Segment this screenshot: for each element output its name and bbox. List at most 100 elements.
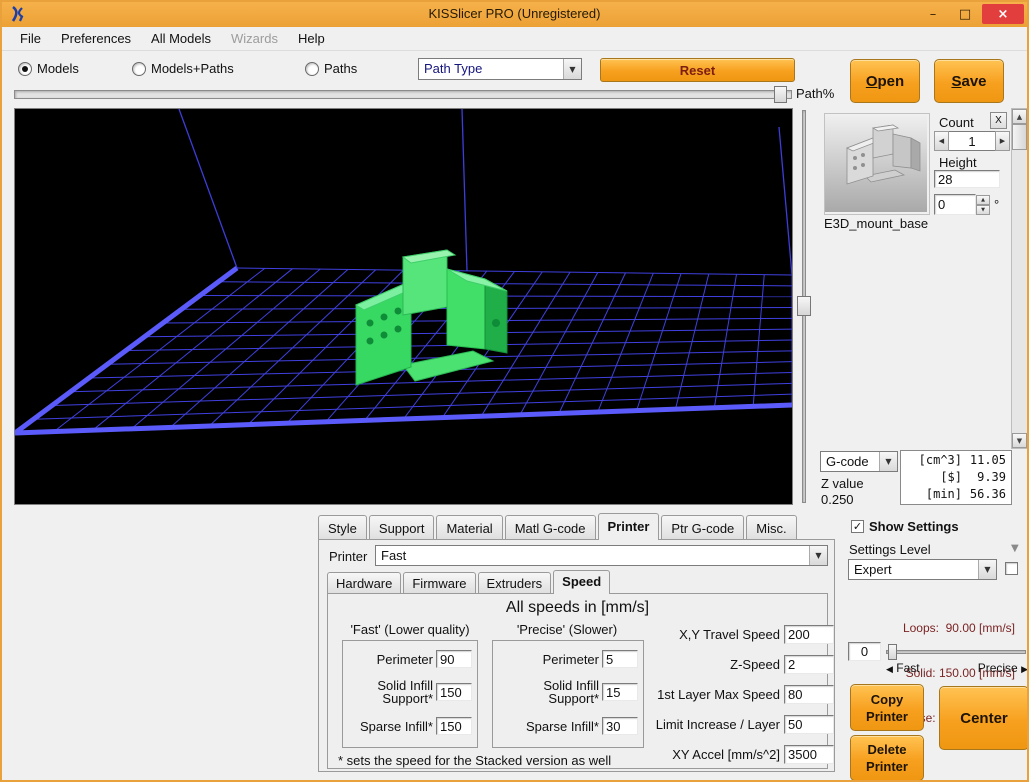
open-button[interactable]: Open <box>850 59 920 103</box>
tradeoff-value-field[interactable]: 0 <box>848 642 881 661</box>
rotation-up-icon[interactable]: ▲ <box>976 195 990 205</box>
model-close-button[interactable]: X <box>990 112 1007 129</box>
copy-printer-line1: Copy <box>871 691 904 708</box>
menu-all-models[interactable]: All Models <box>141 28 221 49</box>
subtab-extruders[interactable]: Extruders <box>478 572 552 594</box>
rotation-down-icon[interactable]: ▼ <box>976 205 990 215</box>
maximize-button[interactable]: □ <box>950 4 980 24</box>
model-name-label[interactable]: E3D_mount_base <box>824 216 928 231</box>
tab-support[interactable]: Support <box>369 515 435 540</box>
close-button[interactable]: × <box>982 4 1024 24</box>
height-field[interactable]: 28 <box>934 170 1000 188</box>
gcode-value: G-code <box>821 452 879 471</box>
tradeoff-precise-label: Precise <box>978 661 1018 675</box>
volume-value: 11.05 <box>968 452 1006 469</box>
gcode-dropdown[interactable]: G-code ▼ <box>820 451 898 472</box>
speed-panel: All speeds in [mm/s] 'Fast' (Lower quali… <box>327 593 828 769</box>
first-layer-speed-label: 1st Layer Max Speed <box>657 687 780 702</box>
center-button[interactable]: Center <box>939 686 1029 750</box>
tradeoff-slider-track[interactable] <box>886 650 1026 654</box>
fast-solid-infill-field[interactable]: 150 <box>436 683 472 701</box>
menu-preferences[interactable]: Preferences <box>51 28 141 49</box>
tab-misc[interactable]: Misc. <box>746 515 796 540</box>
time-value: 56.36 <box>968 486 1006 503</box>
cost-unit: [$] <box>940 469 962 486</box>
delete-printer-line1: Delete <box>867 741 906 758</box>
estimate-cost: [$] 9.39 <box>901 469 1011 486</box>
zoom-slider-thumb[interactable] <box>797 296 811 316</box>
menu-wizards: Wizards <box>221 28 288 49</box>
subtab-firmware[interactable]: Firmware <box>403 572 475 594</box>
settings-level-label: Settings Level <box>849 542 931 557</box>
models-scrollbar-thumb[interactable] <box>1012 124 1027 150</box>
count-decrement-icon[interactable]: ◀ <box>934 131 949 151</box>
dropdown-arrow-icon[interactable]: ▼ <box>978 560 996 579</box>
scroll-down-icon[interactable]: ▼ <box>1012 433 1027 448</box>
tradeoff-slider-thumb[interactable] <box>888 644 897 660</box>
radio-paths[interactable]: Paths <box>305 61 357 76</box>
dropdown-arrow-icon[interactable]: ▼ <box>563 59 581 79</box>
fast-sparse-infill-field[interactable]: 150 <box>436 717 472 735</box>
xy-accel-field[interactable]: 3500 <box>784 745 834 764</box>
subtab-speed[interactable]: Speed <box>553 570 610 594</box>
tab-printer[interactable]: Printer <box>598 513 660 540</box>
count-field[interactable]: 1 <box>949 131 995 151</box>
tradeoff-precise-side: Precise ▶ <box>978 661 1028 675</box>
tab-ptr-gcode[interactable]: Ptr G-code <box>661 515 744 540</box>
scroll-up-icon[interactable]: ▲ <box>1012 109 1027 124</box>
fast-solid-infill-label: Solid Infill Support* <box>353 679 433 705</box>
tab-material[interactable]: Material <box>436 515 502 540</box>
printer-dropdown[interactable]: Fast ▼ <box>375 545 828 566</box>
path-type-dropdown[interactable]: Path Type ▼ <box>418 58 582 80</box>
volume-unit: [cm^3] <box>919 452 962 469</box>
show-settings-checkbox[interactable]: ✓ Show Settings <box>851 519 959 534</box>
models-scrollbar[interactable]: ▲ ▼ <box>1011 108 1028 449</box>
tradeoff-fast-side: ◀ Fast <box>886 661 920 675</box>
tab-matl-gcode[interactable]: Matl G-code <box>505 515 596 540</box>
build-volume-edges <box>179 109 792 275</box>
titlebar: KISSlicer PRO (Unregistered) – □ × <box>2 2 1027 27</box>
rotation-control: 0 ▲ ▼ ° <box>934 194 999 215</box>
zoom-slider[interactable] <box>796 108 812 505</box>
models-panel: X Count ◀ 1 ▶ Height 28 0 ▲ ▼ ° E3D_moun… <box>818 108 1029 449</box>
limit-increase-field[interactable]: 50 <box>784 715 834 734</box>
tab-style[interactable]: Style <box>318 515 367 540</box>
dropdown-arrow-icon[interactable]: ▼ <box>879 452 897 471</box>
menu-help[interactable]: Help <box>288 28 335 49</box>
first-layer-speed-field[interactable]: 80 <box>784 685 834 704</box>
rotation-field[interactable]: 0 <box>934 194 976 215</box>
arrow-left-icon: ◀ <box>886 665 893 675</box>
rotation-spinner: ▲ ▼ <box>976 195 990 215</box>
check-icon: ✓ <box>851 520 864 533</box>
z-value: 0.250 <box>821 492 854 507</box>
radio-models-paths[interactable]: Models+Paths <box>132 61 234 76</box>
speed-footnote: * sets the speed for the Stacked version… <box>338 753 611 768</box>
reset-button[interactable]: Reset <box>600 58 795 82</box>
menubar: File Preferences All Models Wizards Help <box>2 27 1027 51</box>
settings-extra-checkbox[interactable] <box>1005 562 1018 575</box>
window-controls: – □ × <box>918 4 1024 24</box>
path-slider[interactable] <box>14 90 792 99</box>
model-thumbnail-image <box>825 114 927 212</box>
subtab-hardware[interactable]: Hardware <box>327 572 401 594</box>
save-button[interactable]: Save <box>934 59 1004 103</box>
settings-collapse-icon[interactable]: ▼ <box>1011 543 1019 554</box>
menu-file[interactable]: File <box>10 28 51 49</box>
delete-printer-button[interactable]: Delete Printer <box>850 735 924 781</box>
fast-group: Perimeter 90 Solid Infill Support* 150 S… <box>342 640 478 748</box>
dropdown-arrow-icon[interactable]: ▼ <box>809 546 827 565</box>
copy-printer-button[interactable]: Copy Printer <box>850 684 924 731</box>
path-slider-thumb[interactable] <box>774 86 787 103</box>
model-thumbnail[interactable] <box>824 113 930 215</box>
fast-perimeter-field[interactable]: 90 <box>436 650 472 668</box>
tradeoff-slider[interactable]: ◀ Fast Precise ▶ <box>886 643 1028 677</box>
viewport-3d[interactable] <box>14 108 793 505</box>
settings-level-dropdown[interactable]: Expert ▼ <box>848 559 997 580</box>
show-settings-label: Show Settings <box>869 519 959 534</box>
count-increment-icon[interactable]: ▶ <box>995 131 1010 151</box>
travel-speed-field[interactable]: 200 <box>784 625 834 644</box>
viewport-scene <box>15 109 792 504</box>
radio-models[interactable]: Models <box>18 61 79 76</box>
minimize-button[interactable]: – <box>918 4 948 24</box>
z-speed-field[interactable]: 2 <box>784 655 834 674</box>
